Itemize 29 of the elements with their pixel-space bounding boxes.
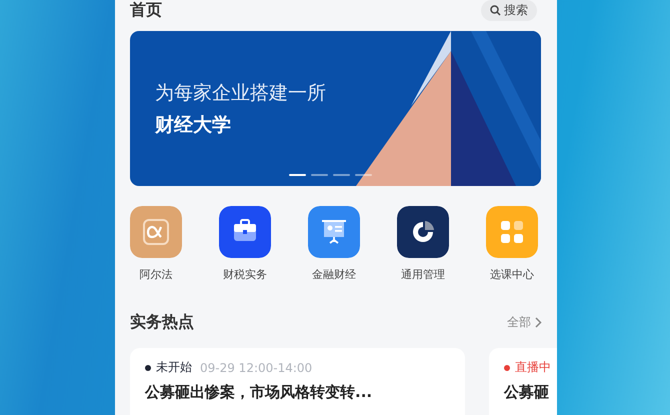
chevron-right-icon [535,317,542,328]
search-button[interactable]: 搜索 [481,0,537,20]
banner[interactable]: 为每家企业搭建一所 财经大学 [130,31,541,186]
search-icon [490,4,501,16]
status-label: 未开始 [156,359,192,376]
category-label[interactable]: 阿尔法 [140,267,172,282]
status-label: 直播中 [515,359,551,376]
carousel-indicator[interactable] [311,174,328,176]
category-label[interactable]: 通用管理 [401,267,445,282]
event-title: 公募砸出惨案，市场风格转变转... [145,383,374,402]
page-title: 首页 [130,0,162,20]
presentation-icon[interactable] [308,206,360,258]
banner-headline: 财经大学 [155,112,232,138]
event-title: 公募砸 [504,383,550,402]
category-label[interactable]: 财税实务 [223,267,267,282]
event-time: 09-29 12:00-14:00 [200,360,312,374]
carousel-indicator[interactable] [333,174,350,176]
category-label[interactable]: 金融财经 [312,267,356,282]
carousel-indicator[interactable] [355,174,372,176]
carousel-indicator[interactable] [289,174,306,176]
category-label[interactable]: 选课中心 [490,267,534,282]
briefcase-icon[interactable] [219,206,271,258]
alpha-icon[interactable] [130,206,182,258]
pie-chart-icon[interactable] [397,206,449,258]
event-card[interactable]: 直播中 公募砸 [489,348,557,415]
section-title: 实务热点 [130,312,194,333]
grid-icon[interactable] [486,206,538,258]
banner-headline: 为每家企业搭建一所 [155,80,327,106]
event-card[interactable]: 未开始 09-29 12:00-14:00 公募砸出惨案，市场风格转变转... [130,348,465,415]
